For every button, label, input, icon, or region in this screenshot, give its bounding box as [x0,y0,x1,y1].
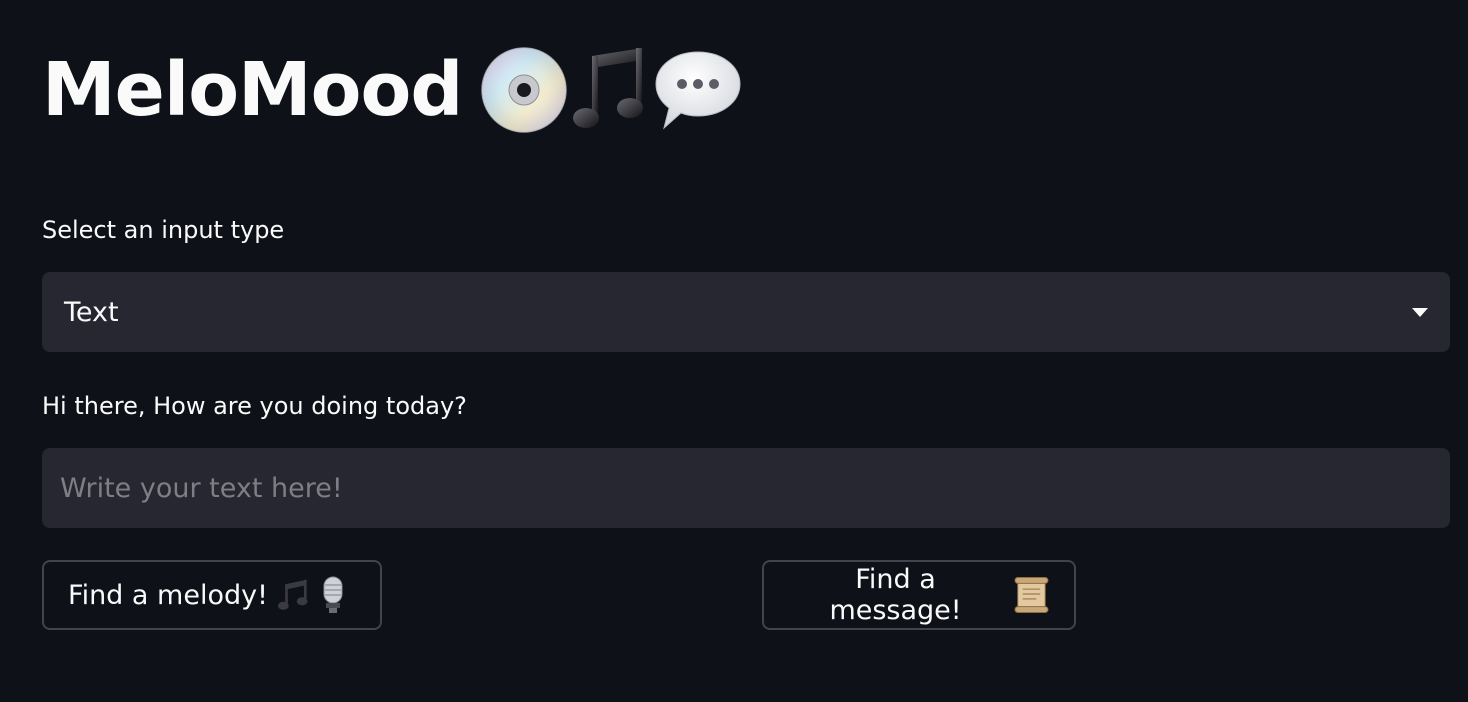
page-title: MeloMood [42,40,744,140]
text-entry-label: Hi there, How are you doing today? [42,392,467,420]
input-type-select[interactable]: Text [42,272,1450,352]
title-text: MeloMood [42,47,463,133]
find-message-button[interactable]: Find a message! [762,560,1076,630]
mood-text-input[interactable] [42,448,1450,528]
microphone-icon [323,576,343,613]
notes-icon [277,579,308,610]
speech-bubble-icon [655,51,741,130]
scroll-icon [1014,577,1049,613]
app-root: MeloMood Select an input type Text Hi th… [0,0,1468,702]
find-message-label: Find a message! [829,564,962,626]
cd-icon [481,47,568,133]
input-type-selected-value: Text [64,296,119,328]
chevron-down-icon[interactable] [1412,307,1428,317]
input-type-label: Select an input type [42,216,285,244]
title-icons [480,46,744,134]
find-melody-label: Find a melody! [68,579,268,611]
musical-notes-icon [573,48,644,128]
find-melody-button[interactable]: Find a melody! [42,560,382,630]
